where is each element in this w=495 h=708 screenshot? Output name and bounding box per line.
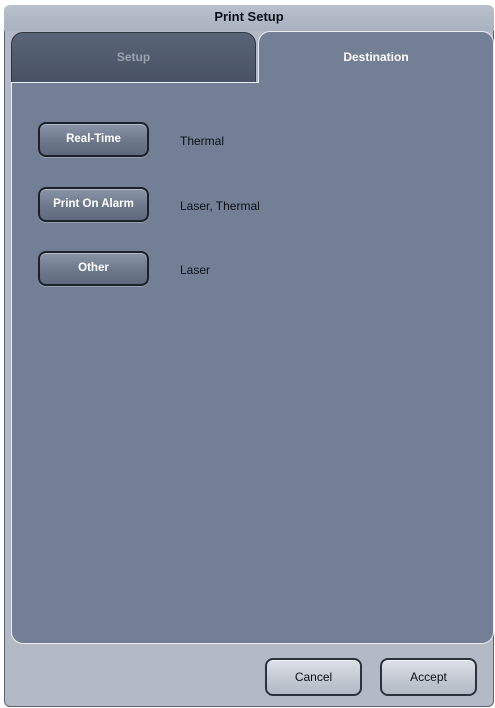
tab-setup[interactable]: Setup <box>11 32 256 82</box>
dialog-title: Print Setup <box>4 5 494 31</box>
print-setup-dialog: Print Setup Setup Destination Real-Time … <box>0 0 495 708</box>
tab-destination[interactable]: Destination <box>258 31 494 89</box>
accept-button[interactable]: Accept <box>380 658 477 696</box>
destination-panel <box>11 82 494 644</box>
other-value: Laser <box>180 263 211 277</box>
real-time-button[interactable]: Real-Time <box>38 122 149 157</box>
screen: Print Setup Setup Destination Real-Time … <box>0 0 495 708</box>
print-on-alarm-value: Laser, Thermal <box>180 199 260 213</box>
print-on-alarm-button[interactable]: Print On Alarm <box>38 187 149 222</box>
real-time-value: Thermal <box>180 134 225 148</box>
other-button[interactable]: Other <box>38 251 149 286</box>
cancel-button[interactable]: Cancel <box>265 658 362 696</box>
